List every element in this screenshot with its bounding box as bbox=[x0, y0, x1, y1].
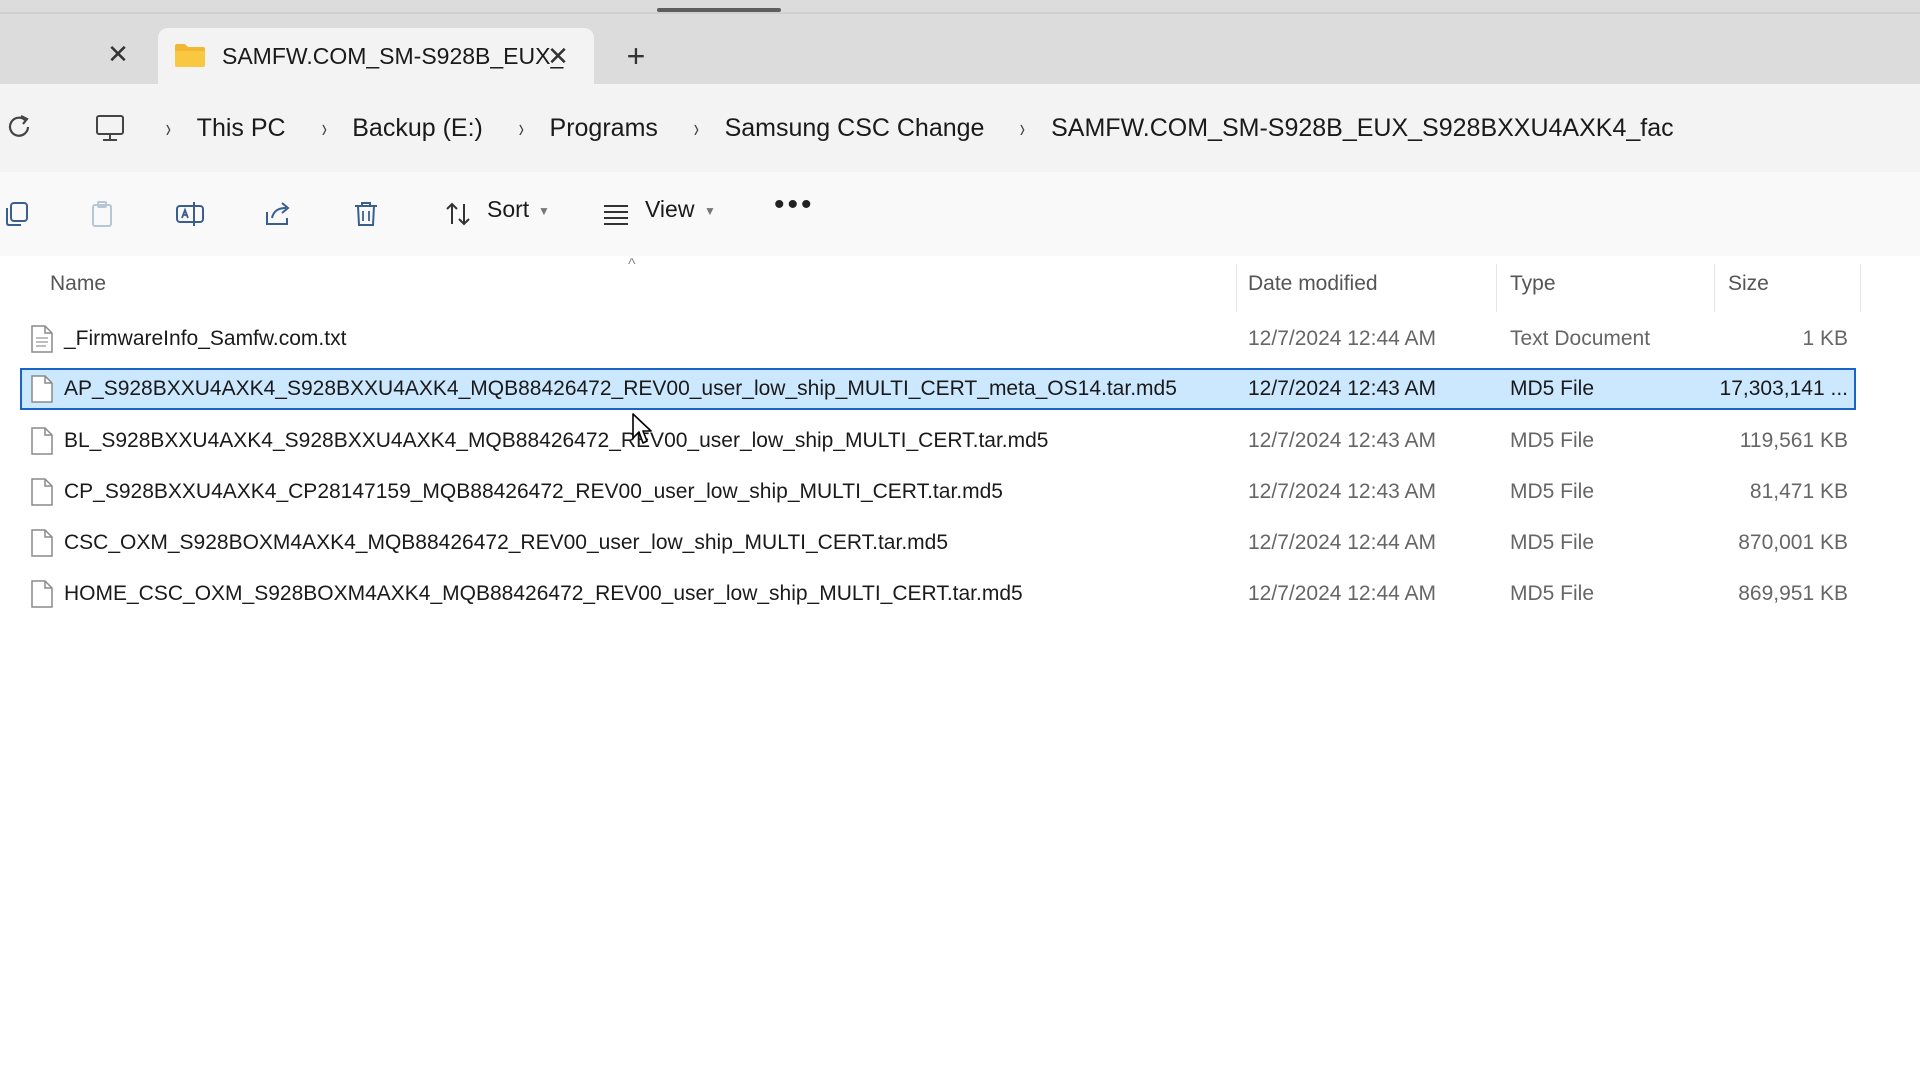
file-type: Text Document bbox=[1510, 327, 1651, 350]
column-divider[interactable] bbox=[1714, 264, 1715, 312]
file-icon bbox=[31, 529, 53, 557]
paste-button[interactable] bbox=[80, 192, 124, 236]
sort-icon bbox=[446, 202, 470, 226]
file-row-selected[interactable]: AP_S928BXXU4AXK4_S928BXXU4AXK4_MQB884264… bbox=[20, 368, 1856, 410]
file-date: 12/7/2024 12:43 AM bbox=[1248, 377, 1436, 400]
share-button[interactable] bbox=[256, 192, 300, 236]
text-file-icon bbox=[31, 325, 53, 353]
trash-icon bbox=[355, 202, 377, 226]
sort-ascending-caret-icon: ^ bbox=[628, 256, 636, 273]
file-size: 869,951 KB bbox=[1738, 582, 1848, 605]
tab-close-icon[interactable]: ✕ bbox=[542, 40, 574, 72]
file-icon bbox=[31, 478, 53, 506]
file-name: _FirmwareInfo_Samfw.com.txt bbox=[64, 327, 347, 350]
column-header-size[interactable]: Size bbox=[1728, 272, 1769, 296]
breadcrumb-separator-icon[interactable]: › bbox=[694, 113, 699, 144]
file-name: BL_S928BXXU4AXK4_S928BXXU4AXK4_MQB884264… bbox=[64, 429, 1049, 452]
column-divider[interactable] bbox=[1860, 264, 1861, 312]
copy-icon bbox=[6, 202, 28, 226]
sort-label[interactable]: Sort bbox=[487, 196, 529, 223]
file-size: 870,001 KB bbox=[1738, 531, 1848, 554]
tab-title: SAMFW.COM_SM-S928B_EUX_ bbox=[222, 43, 564, 69]
sort-chevron-down-icon[interactable]: ▼ bbox=[538, 204, 550, 218]
share-icon bbox=[266, 202, 290, 225]
file-date: 12/7/2024 12:44 AM bbox=[1248, 531, 1436, 554]
rename-icon bbox=[176, 202, 204, 226]
file-icon bbox=[31, 375, 53, 403]
copy-button[interactable] bbox=[0, 192, 38, 236]
breadcrumb-this-pc[interactable]: This PC bbox=[197, 114, 286, 143]
address-bar: › This PC › Backup (E:) › Programs › Sam… bbox=[0, 84, 1920, 173]
breadcrumb-separator-icon[interactable]: › bbox=[166, 113, 171, 144]
more-options-button[interactable]: ••• bbox=[774, 188, 815, 222]
tab-active[interactable]: SAMFW.COM_SM-S928B_EUX_ ✕ bbox=[158, 28, 594, 84]
mouse-cursor-icon bbox=[632, 413, 652, 444]
new-tab-button[interactable]: + bbox=[618, 38, 654, 74]
file-type: MD5 File bbox=[1510, 480, 1595, 503]
file-list: ^ Name Date modified Type Size _Firmware… bbox=[0, 256, 1920, 1080]
file-name: CSC_OXM_S928BOXM4AXK4_MQB88426472_REV00_… bbox=[64, 531, 949, 554]
file-type: MD5 File bbox=[1510, 582, 1595, 605]
delete-button[interactable] bbox=[344, 192, 388, 236]
file-date: 12/7/2024 12:44 AM bbox=[1248, 327, 1436, 350]
column-header-name[interactable]: Name bbox=[50, 272, 106, 296]
file-size: 1 KB bbox=[1802, 327, 1848, 350]
sort-button[interactable] bbox=[436, 192, 480, 236]
rename-button[interactable] bbox=[168, 192, 212, 236]
view-label[interactable]: View bbox=[645, 196, 694, 223]
folder-icon bbox=[175, 44, 205, 67]
breadcrumb-separator-icon[interactable]: › bbox=[519, 113, 524, 144]
breadcrumb: › This PC › Backup (E:) › Programs › Sam… bbox=[90, 84, 1674, 172]
view-list-icon bbox=[604, 205, 628, 225]
file-name: CP_S928BXXU4AXK4_CP28147159_MQB88426472_… bbox=[64, 480, 1003, 503]
file-row[interactable]: CSC_OXM_S928BOXM4AXK4_MQB88426472_REV00_… bbox=[20, 522, 1856, 564]
file-date: 12/7/2024 12:43 AM bbox=[1248, 480, 1436, 503]
file-row[interactable]: HOME_CSC_OXM_S928BOXM4AXK4_MQB88426472_R… bbox=[20, 573, 1856, 615]
previous-tab-close-icon[interactable]: ✕ bbox=[104, 39, 132, 69]
refresh-icon[interactable] bbox=[2, 110, 36, 144]
paste-icon bbox=[92, 201, 112, 227]
command-bar: Sort ▼ View ▼ ••• bbox=[0, 172, 1920, 257]
breadcrumb-separator-icon[interactable]: › bbox=[321, 113, 326, 144]
file-date: 12/7/2024 12:44 AM bbox=[1248, 582, 1436, 605]
file-name: AP_S928BXXU4AXK4_S928BXXU4AXK4_MQB884264… bbox=[64, 377, 1177, 400]
file-row[interactable]: BL_S928BXXU4AXK4_S928BXXU4AXK4_MQB884264… bbox=[20, 420, 1856, 462]
column-header-date[interactable]: Date modified bbox=[1248, 272, 1378, 296]
window-top-edge bbox=[0, 12, 1920, 14]
breadcrumb-programs[interactable]: Programs bbox=[550, 114, 658, 143]
file-name: HOME_CSC_OXM_S928BOXM4AXK4_MQB88426472_R… bbox=[64, 582, 1023, 605]
column-divider[interactable] bbox=[1236, 264, 1237, 312]
breadcrumb-current-folder[interactable]: SAMFW.COM_SM-S928B_EUX_S928BXXU4AXK4_fac bbox=[1051, 114, 1674, 143]
column-header-type[interactable]: Type bbox=[1510, 272, 1556, 296]
monitor-icon[interactable] bbox=[90, 111, 130, 145]
file-icon bbox=[31, 427, 53, 455]
file-size: 119,561 KB bbox=[1739, 429, 1848, 452]
file-row[interactable]: _FirmwareInfo_Samfw.com.txt 12/7/2024 12… bbox=[20, 318, 1856, 360]
file-date: 12/7/2024 12:43 AM bbox=[1248, 429, 1436, 452]
file-row[interactable]: CP_S928BXXU4AXK4_CP28147159_MQB88426472_… bbox=[20, 471, 1856, 513]
view-chevron-down-icon[interactable]: ▼ bbox=[704, 204, 716, 218]
file-type: MD5 File bbox=[1510, 429, 1595, 452]
tab-bar: ✕ SAMFW.COM_SM-S928B_EUX_ ✕ + bbox=[0, 0, 1920, 84]
window-drag-handle[interactable] bbox=[657, 8, 781, 12]
file-type: MD5 File bbox=[1510, 531, 1595, 554]
file-type: MD5 File bbox=[1510, 377, 1595, 400]
file-size: 81,471 KB bbox=[1749, 480, 1848, 503]
column-divider[interactable] bbox=[1496, 264, 1497, 312]
file-size: 17,303,141 ... bbox=[1719, 377, 1848, 400]
breadcrumb-backup-drive[interactable]: Backup (E:) bbox=[352, 114, 483, 143]
view-button[interactable] bbox=[594, 192, 638, 236]
breadcrumb-separator-icon[interactable]: › bbox=[1020, 113, 1025, 144]
breadcrumb-samsung-csc-change[interactable]: Samsung CSC Change bbox=[725, 114, 985, 143]
file-icon bbox=[31, 580, 53, 608]
